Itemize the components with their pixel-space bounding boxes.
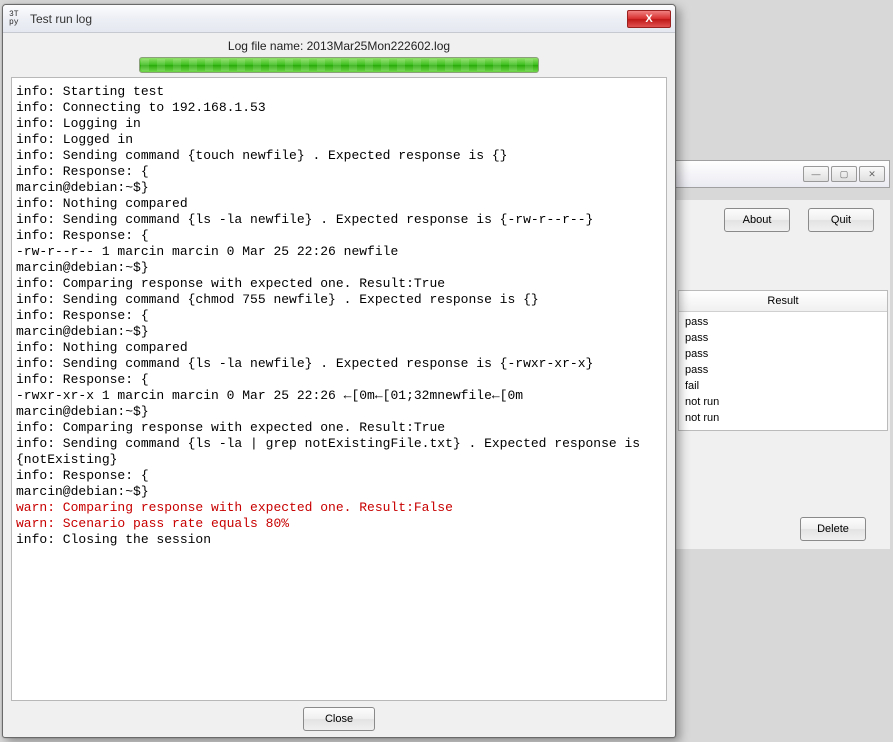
close-button[interactable]: Close [303, 707, 375, 731]
result-item[interactable]: pass [685, 330, 881, 346]
log-line: info: Sending command {chmod 755 newfile… [16, 292, 650, 308]
log-line: marcin@debian:~$} [16, 404, 650, 420]
log-line: marcin@debian:~$} [16, 260, 650, 276]
close-icon[interactable]: ✕ [859, 166, 885, 182]
log-line: info: Sending command {touch newfile} . … [16, 148, 650, 164]
result-column-header: Result [679, 291, 887, 312]
log-filename-label: Log file name: 2013Mar25Mon222602.log [11, 37, 667, 57]
result-item[interactable]: pass [685, 362, 881, 378]
log-line: marcin@debian:~$} [16, 324, 650, 340]
result-item[interactable]: fail [685, 378, 881, 394]
log-line: warn: Scenario pass rate equals 80% [16, 516, 650, 532]
log-line: info: Comparing response with expected o… [16, 420, 650, 436]
log-line: info: Nothing compared [16, 196, 650, 212]
result-item[interactable]: pass [685, 314, 881, 330]
log-line: -rw-r--r-- 1 marcin marcin 0 Mar 25 22:2… [16, 244, 650, 260]
log-line: info: Logging in [16, 116, 650, 132]
log-line: -rwxr-xr-x 1 marcin marcin 0 Mar 25 22:2… [16, 388, 650, 404]
result-item[interactable]: pass [685, 346, 881, 362]
log-line: info: Nothing compared [16, 340, 650, 356]
log-line: info: Response: { [16, 372, 650, 388]
test-run-log-dialog: 3T py Test run log X Log file name: 2013… [2, 4, 676, 738]
log-line: info: Connecting to 192.168.1.53 [16, 100, 650, 116]
log-line: info: Logged in [16, 132, 650, 148]
log-line: info: Comparing response with expected o… [16, 276, 650, 292]
log-line: info: Response: { [16, 468, 650, 484]
delete-button[interactable]: Delete [800, 517, 866, 541]
log-line: info: Response: { [16, 308, 650, 324]
dialog-titlebar[interactable]: 3T py Test run log X [3, 5, 675, 33]
log-line: info: Sending command {ls -la newfile} .… [16, 212, 650, 228]
log-line: marcin@debian:~$} [16, 180, 650, 196]
bg-window-titlebar: — ▢ ✕ [670, 160, 890, 188]
window-close-button[interactable]: X [627, 10, 671, 28]
maximize-icon[interactable]: ▢ [831, 166, 857, 182]
log-line: info: Sending command {ls -la newfile} .… [16, 356, 650, 372]
result-item[interactable]: not run [685, 394, 881, 410]
bg-window-body: About Quit Result passpasspasspassfailno… [670, 200, 890, 549]
result-list: passpasspasspassfailnot runnot run [679, 312, 887, 430]
quit-button[interactable]: Quit [808, 208, 874, 232]
log-line: marcin@debian:~$} [16, 484, 650, 500]
log-text-area[interactable]: info: Starting testinfo: Connecting to 1… [12, 78, 666, 700]
log-line: info: Response: { [16, 228, 650, 244]
dialog-title: Test run log [30, 12, 627, 26]
about-button[interactable]: About [724, 208, 790, 232]
log-line: warn: Comparing response with expected o… [16, 500, 650, 516]
log-line: info: Sending command {ls -la | grep not… [16, 436, 650, 468]
minimize-icon[interactable]: — [803, 166, 829, 182]
progress-bar [139, 57, 539, 73]
log-line: info: Starting test [16, 84, 650, 100]
result-item[interactable]: not run [685, 410, 881, 426]
log-line: info: Closing the session [16, 532, 650, 548]
log-line: info: Response: { [16, 164, 650, 180]
app-icon: 3T py [9, 11, 25, 27]
result-panel: Result passpasspasspassfailnot runnot ru… [678, 290, 888, 431]
